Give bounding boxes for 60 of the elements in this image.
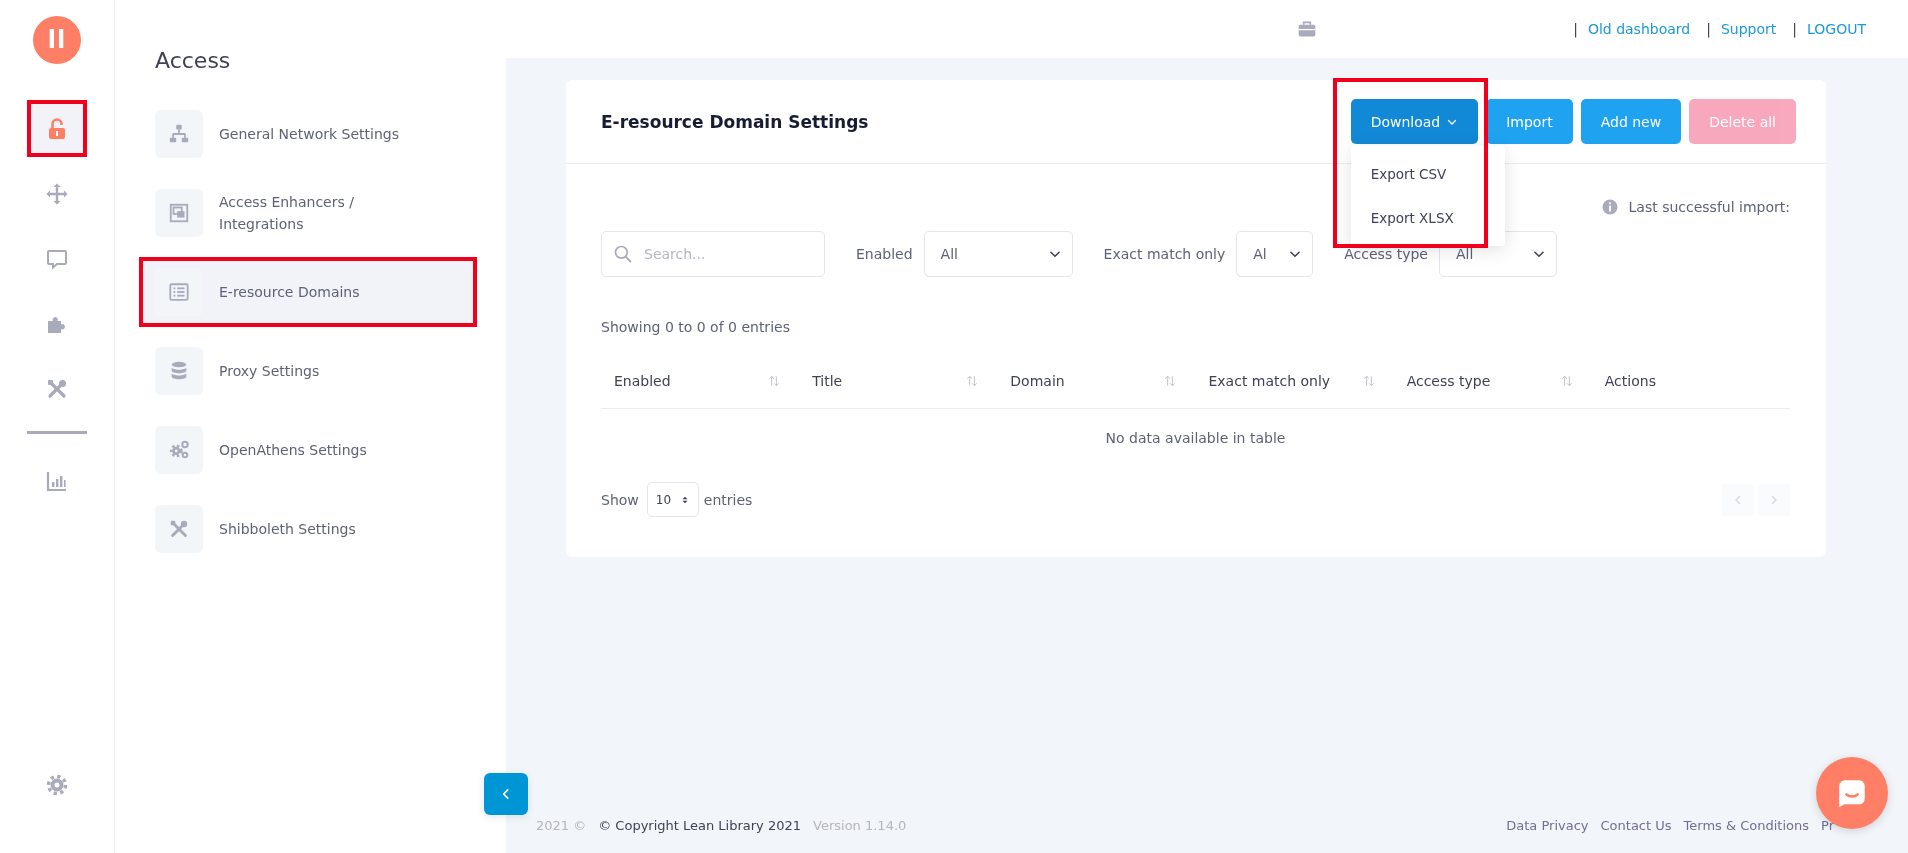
sort-icon: [767, 374, 782, 388]
gears-icon: [168, 439, 190, 461]
layers-frame-icon: [168, 202, 190, 224]
sidebar-item[interactable]: Access Enhancers / Integrations: [139, 178, 477, 248]
filter-select[interactable]: All: [923, 231, 1073, 277]
header-link[interactable]: Support: [1720, 21, 1777, 37]
sidebar-item[interactable]: Shibboleth Settings: [139, 494, 477, 564]
section-title: Access: [155, 47, 232, 75]
rail-item[interactable]: [27, 100, 87, 157]
sort-icon: [1361, 374, 1376, 388]
list-icon: [168, 281, 190, 303]
column-header[interactable]: Title: [799, 354, 998, 409]
separator-text: |: [1792, 21, 1797, 37]
page-length-select[interactable]: 10: [646, 482, 699, 517]
search-icon: [613, 244, 633, 264]
footer-text: Version 1.14.0: [813, 817, 907, 833]
sort-icon: [1559, 374, 1574, 388]
card-title: E-resource Domain Settings: [601, 111, 870, 132]
menu-item[interactable]: Export CSV: [1350, 152, 1505, 196]
column-header[interactable]: Access type: [1393, 354, 1592, 409]
sidebar-item[interactable]: OpenAthens Settings: [139, 415, 477, 485]
length-label: entries: [703, 491, 753, 508]
filter-select[interactable]: Al: [1236, 231, 1314, 277]
info-icon: [1600, 198, 1619, 216]
settings-icon: [45, 773, 69, 797]
sort-icon: [965, 374, 980, 388]
sidebar-item[interactable]: Proxy Settings: [139, 336, 477, 406]
import-note: Last successful import:: [1628, 199, 1790, 215]
sidebar-item[interactable]: General Network Settings: [139, 99, 477, 169]
footer-link[interactable]: Contact Us: [1600, 817, 1672, 833]
network-icon: [168, 123, 190, 145]
header-link[interactable]: LOGOUT: [1807, 21, 1866, 37]
filter-label: Access type: [1344, 246, 1428, 262]
filter-label: Exact match only: [1103, 246, 1226, 262]
chat-button[interactable]: [1816, 757, 1888, 829]
collapse-sidebar-button[interactable]: [484, 773, 528, 815]
column-header[interactable]: Enabled: [601, 354, 800, 409]
move-arrows-icon: [45, 181, 69, 206]
column-header[interactable]: Domain: [997, 354, 1196, 409]
download-dropdown-button[interactable]: Download: [1350, 99, 1479, 144]
column-header[interactable]: Actions: [1591, 354, 1790, 409]
filter-label: Enabled: [856, 246, 913, 262]
separator-text: |: [1706, 21, 1711, 37]
length-label: Show: [601, 491, 639, 508]
footer-text: 2021 ©: [536, 817, 587, 833]
entries-info: Showing 0 to 0 of 0 entries: [601, 319, 791, 337]
header-link[interactable]: Old dashboard: [1587, 21, 1691, 37]
column-header[interactable]: Exact match only: [1195, 354, 1394, 409]
footer-text: © Copyright Lean Library 2021: [598, 817, 802, 833]
filter-select[interactable]: All: [1438, 231, 1557, 277]
sidebar-item[interactable]: E-resource Domains: [139, 257, 477, 327]
tools-icon: [168, 518, 190, 540]
footer-link[interactable]: Pr: [1821, 817, 1834, 833]
separator-text: |: [1573, 21, 1578, 37]
search-field[interactable]: Search...: [601, 231, 825, 277]
briefcase-icon: [1297, 19, 1318, 39]
empty-table-message: No data available in table: [601, 408, 1790, 467]
footer-link[interactable]: Terms & Conditions: [1683, 817, 1810, 833]
footer-link[interactable]: Data Privacy: [1506, 817, 1589, 833]
sort-icon: [1163, 374, 1178, 388]
